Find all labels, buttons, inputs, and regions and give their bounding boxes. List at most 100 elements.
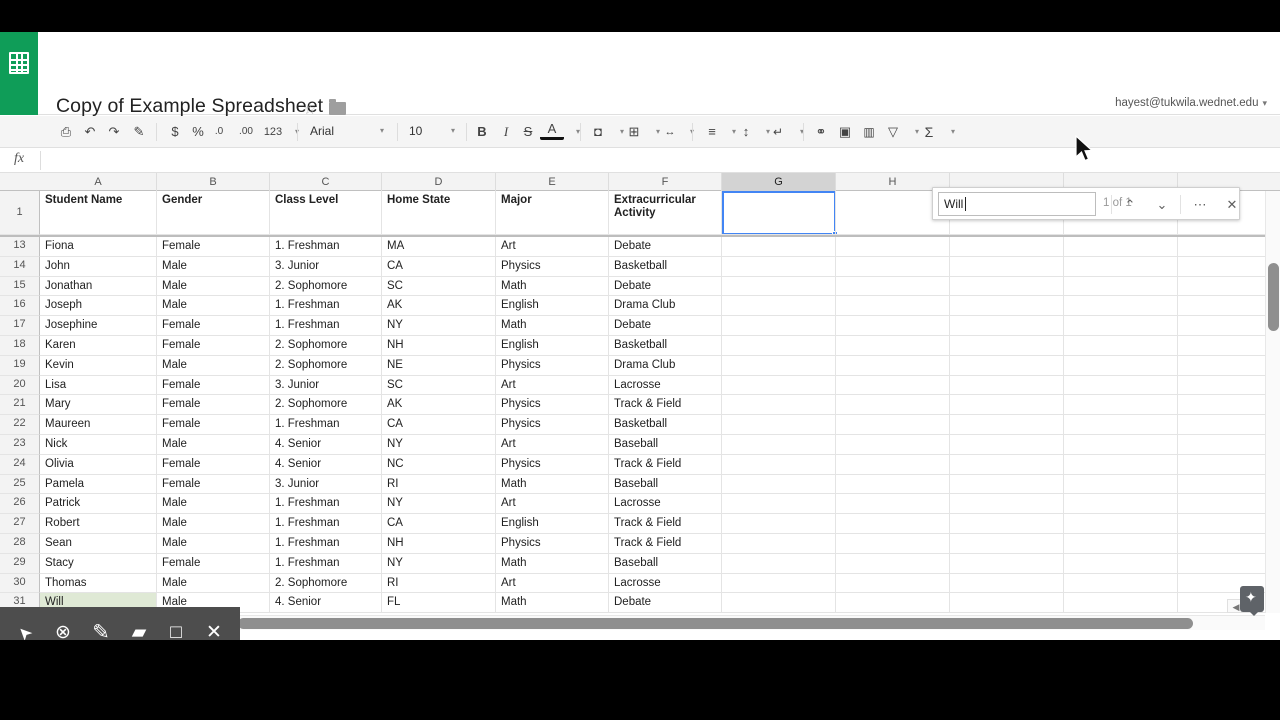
cell-empty[interactable] — [722, 474, 836, 495]
row-header-29[interactable]: 29 — [0, 553, 40, 574]
cell-empty[interactable] — [1064, 355, 1178, 376]
bold-icon[interactable]: B — [470, 120, 494, 144]
cell-empty[interactable] — [722, 534, 836, 554]
cell-empty[interactable] — [836, 375, 950, 396]
cell-empty[interactable] — [950, 474, 1064, 495]
cell-A17[interactable]: Josephine — [40, 316, 157, 336]
cell-empty[interactable] — [836, 494, 950, 515]
pen-tool-icon[interactable]: ✎ — [88, 620, 114, 640]
cell-F27[interactable]: Track & Field — [609, 514, 722, 534]
cell-A19[interactable]: Kevin — [40, 355, 157, 376]
column-header-a[interactable]: A — [40, 173, 157, 191]
cell-empty[interactable] — [722, 336, 836, 356]
cell-B18[interactable]: Female — [157, 336, 270, 356]
cell-B14[interactable]: Male — [157, 256, 270, 277]
borders-icon[interactable]: ⊞ — [622, 120, 646, 144]
text-color-icon[interactable]: A — [540, 120, 564, 140]
header-cell-e[interactable]: Major — [496, 191, 609, 235]
functions-icon[interactable]: Σ — [917, 120, 941, 144]
cell-empty[interactable] — [950, 296, 1064, 317]
row-header-17[interactable]: 17 — [0, 316, 40, 336]
cell-empty[interactable] — [722, 435, 836, 455]
cell-A13[interactable]: Fiona — [40, 237, 157, 257]
cell-E19[interactable]: Physics — [496, 355, 609, 376]
cell-empty[interactable] — [950, 573, 1064, 594]
cell-empty[interactable] — [950, 454, 1064, 475]
insert-link-icon[interactable]: ⚭ — [809, 120, 833, 144]
cell-E18[interactable]: English — [496, 336, 609, 356]
cell-B29[interactable]: Female — [157, 553, 270, 574]
cell-empty[interactable] — [1064, 336, 1178, 356]
cell-D24[interactable]: NC — [382, 454, 496, 475]
header-cell-d[interactable]: Home State — [382, 191, 496, 235]
cursor-tool-icon[interactable]: ➤ — [7, 615, 44, 640]
cell-empty[interactable] — [1064, 316, 1178, 336]
row-header-21[interactable]: 21 — [0, 395, 40, 416]
decrease-decimal-icon[interactable]: .0 — [206, 120, 232, 144]
find-next-button[interactable]: ⌄ — [1147, 192, 1177, 217]
cell-C21[interactable]: 2. Sophomore — [270, 395, 382, 416]
cell-E13[interactable]: Art — [496, 237, 609, 257]
highlighter-tool-icon[interactable]: ▰ — [126, 620, 152, 640]
close-tool-icon[interactable]: ✕ — [201, 620, 227, 640]
cell-C13[interactable]: 1. Freshman — [270, 237, 382, 257]
cell-F28[interactable]: Track & Field — [609, 534, 722, 554]
cell-F25[interactable]: Baseball — [609, 474, 722, 495]
cell-F26[interactable]: Lacrosse — [609, 494, 722, 515]
vertical-align-icon[interactable]: ↕ — [734, 120, 758, 144]
cell-empty[interactable] — [836, 336, 950, 356]
insert-comment-icon[interactable]: ▣ — [833, 120, 857, 144]
cell-empty[interactable] — [950, 494, 1064, 515]
cell-A22[interactable]: Maureen — [40, 415, 157, 435]
cell-empty[interactable] — [836, 296, 950, 317]
cell-C29[interactable]: 1. Freshman — [270, 553, 382, 574]
cell-D15[interactable]: SC — [382, 276, 496, 297]
more-formats-icon[interactable]: 123 — [260, 120, 286, 144]
cell-F17[interactable]: Debate — [609, 316, 722, 336]
cell-F18[interactable]: Basketball — [609, 336, 722, 356]
cell-E29[interactable]: Math — [496, 553, 609, 574]
cell-empty[interactable] — [950, 355, 1064, 376]
column-header-c[interactable]: C — [270, 173, 382, 191]
row-header-14[interactable]: 14 — [0, 256, 40, 277]
document-title[interactable]: Copy of Example Spreadsheet — [56, 95, 323, 118]
chevron-down-icon[interactable]: ▾ — [941, 120, 965, 144]
cell-empty[interactable] — [722, 415, 836, 435]
vertical-scrollbar[interactable] — [1265, 191, 1280, 613]
cell-empty[interactable] — [950, 435, 1064, 455]
cell-E27[interactable]: English — [496, 514, 609, 534]
cell-D25[interactable]: RI — [382, 474, 496, 495]
cell-empty[interactable] — [1064, 256, 1178, 277]
cell-empty[interactable] — [1064, 553, 1178, 574]
cell-empty[interactable] — [950, 336, 1064, 356]
cell-empty[interactable] — [722, 494, 836, 515]
cell-empty[interactable] — [836, 553, 950, 574]
cell-empty[interactable] — [1064, 375, 1178, 396]
account-email[interactable]: hayest@tukwila.wednet.edu ▾ — [1115, 97, 1267, 109]
folder-icon[interactable] — [329, 99, 346, 115]
cell-empty[interactable] — [836, 573, 950, 594]
cell-D26[interactable]: NY — [382, 494, 496, 515]
cell-D30[interactable]: RI — [382, 573, 496, 594]
row-header-30[interactable]: 30 — [0, 573, 40, 594]
cell-C28[interactable]: 1. Freshman — [270, 534, 382, 554]
cell-empty[interactable] — [1064, 494, 1178, 515]
cell-empty[interactable] — [950, 553, 1064, 574]
spotlight-tool-icon[interactable]: ⊗ — [50, 620, 76, 640]
cell-A26[interactable]: Patrick — [40, 494, 157, 515]
cell-A18[interactable]: Karen — [40, 336, 157, 356]
cell-empty[interactable] — [1064, 573, 1178, 594]
row-header-27[interactable]: 27 — [0, 514, 40, 534]
cell-E30[interactable]: Art — [496, 573, 609, 594]
cell-F20[interactable]: Lacrosse — [609, 375, 722, 396]
merge-cells-icon[interactable]: ↔ — [658, 120, 682, 144]
cell-empty[interactable] — [836, 534, 950, 554]
row-header-16[interactable]: 16 — [0, 296, 40, 317]
cell-D27[interactable]: CA — [382, 514, 496, 534]
cell-D31[interactable]: FL — [382, 593, 496, 613]
cell-D20[interactable]: SC — [382, 375, 496, 396]
cell-empty[interactable] — [950, 415, 1064, 435]
cell-E22[interactable]: Physics — [496, 415, 609, 435]
cell-B21[interactable]: Female — [157, 395, 270, 416]
cell-empty[interactable] — [836, 415, 950, 435]
